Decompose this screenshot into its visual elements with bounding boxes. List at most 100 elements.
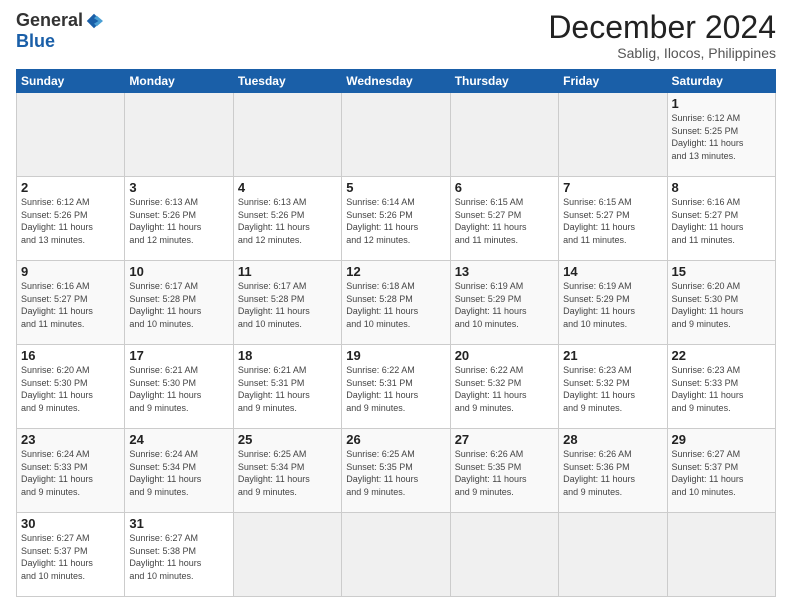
calendar-cell: 31Sunrise: 6:27 AM Sunset: 5:38 PM Dayli… (125, 513, 233, 597)
day-number: 3 (129, 180, 228, 195)
day-info: Sunrise: 6:19 AM Sunset: 5:29 PM Dayligh… (563, 280, 662, 330)
day-number: 9 (21, 264, 120, 279)
day-number: 13 (455, 264, 554, 279)
day-info: Sunrise: 6:12 AM Sunset: 5:25 PM Dayligh… (672, 112, 771, 162)
day-of-week-header: Thursday (450, 70, 558, 93)
day-info: Sunrise: 6:22 AM Sunset: 5:31 PM Dayligh… (346, 364, 445, 414)
calendar-cell (342, 93, 450, 177)
calendar-week-row: 23Sunrise: 6:24 AM Sunset: 5:33 PM Dayli… (17, 429, 776, 513)
day-number: 11 (238, 264, 337, 279)
calendar-cell: 21Sunrise: 6:23 AM Sunset: 5:32 PM Dayli… (559, 345, 667, 429)
calendar-cell (233, 93, 341, 177)
calendar-cell: 13Sunrise: 6:19 AM Sunset: 5:29 PM Dayli… (450, 261, 558, 345)
day-of-week-header: Sunday (17, 70, 125, 93)
day-number: 21 (563, 348, 662, 363)
calendar-cell: 16Sunrise: 6:20 AM Sunset: 5:30 PM Dayli… (17, 345, 125, 429)
day-info: Sunrise: 6:22 AM Sunset: 5:32 PM Dayligh… (455, 364, 554, 414)
day-info: Sunrise: 6:25 AM Sunset: 5:34 PM Dayligh… (238, 448, 337, 498)
calendar-cell: 25Sunrise: 6:25 AM Sunset: 5:34 PM Dayli… (233, 429, 341, 513)
location-title: Sablig, Ilocos, Philippines (548, 45, 776, 61)
day-number: 4 (238, 180, 337, 195)
calendar-cell: 6Sunrise: 6:15 AM Sunset: 5:27 PM Daylig… (450, 177, 558, 261)
day-info: Sunrise: 6:21 AM Sunset: 5:31 PM Dayligh… (238, 364, 337, 414)
calendar-cell: 19Sunrise: 6:22 AM Sunset: 5:31 PM Dayli… (342, 345, 450, 429)
calendar-header-row: SundayMondayTuesdayWednesdayThursdayFrid… (17, 70, 776, 93)
day-number: 2 (21, 180, 120, 195)
calendar-cell: 5Sunrise: 6:14 AM Sunset: 5:26 PM Daylig… (342, 177, 450, 261)
header: General Blue December 2024 Sablig, Iloco… (16, 10, 776, 61)
page: General Blue December 2024 Sablig, Iloco… (0, 0, 792, 607)
day-of-week-header: Wednesday (342, 70, 450, 93)
calendar-cell: 14Sunrise: 6:19 AM Sunset: 5:29 PM Dayli… (559, 261, 667, 345)
day-info: Sunrise: 6:27 AM Sunset: 5:37 PM Dayligh… (21, 532, 120, 582)
logo-general: General (16, 10, 83, 31)
day-info: Sunrise: 6:16 AM Sunset: 5:27 PM Dayligh… (672, 196, 771, 246)
day-number: 19 (346, 348, 445, 363)
calendar-cell: 11Sunrise: 6:17 AM Sunset: 5:28 PM Dayli… (233, 261, 341, 345)
calendar-cell: 22Sunrise: 6:23 AM Sunset: 5:33 PM Dayli… (667, 345, 775, 429)
day-info: Sunrise: 6:21 AM Sunset: 5:30 PM Dayligh… (129, 364, 228, 414)
day-number: 6 (455, 180, 554, 195)
calendar-week-row: 1Sunrise: 6:12 AM Sunset: 5:25 PM Daylig… (17, 93, 776, 177)
calendar-cell: 20Sunrise: 6:22 AM Sunset: 5:32 PM Dayli… (450, 345, 558, 429)
calendar-cell: 29Sunrise: 6:27 AM Sunset: 5:37 PM Dayli… (667, 429, 775, 513)
calendar-week-row: 9Sunrise: 6:16 AM Sunset: 5:27 PM Daylig… (17, 261, 776, 345)
calendar-cell: 28Sunrise: 6:26 AM Sunset: 5:36 PM Dayli… (559, 429, 667, 513)
day-info: Sunrise: 6:13 AM Sunset: 5:26 PM Dayligh… (129, 196, 228, 246)
calendar-cell: 7Sunrise: 6:15 AM Sunset: 5:27 PM Daylig… (559, 177, 667, 261)
day-info: Sunrise: 6:15 AM Sunset: 5:27 PM Dayligh… (563, 196, 662, 246)
calendar-cell: 15Sunrise: 6:20 AM Sunset: 5:30 PM Dayli… (667, 261, 775, 345)
day-number: 25 (238, 432, 337, 447)
day-number: 22 (672, 348, 771, 363)
calendar-cell: 12Sunrise: 6:18 AM Sunset: 5:28 PM Dayli… (342, 261, 450, 345)
day-info: Sunrise: 6:16 AM Sunset: 5:27 PM Dayligh… (21, 280, 120, 330)
calendar-cell: 18Sunrise: 6:21 AM Sunset: 5:31 PM Dayli… (233, 345, 341, 429)
day-number: 15 (672, 264, 771, 279)
day-info: Sunrise: 6:12 AM Sunset: 5:26 PM Dayligh… (21, 196, 120, 246)
day-info: Sunrise: 6:25 AM Sunset: 5:35 PM Dayligh… (346, 448, 445, 498)
day-number: 29 (672, 432, 771, 447)
day-number: 16 (21, 348, 120, 363)
day-number: 18 (238, 348, 337, 363)
calendar-cell: 4Sunrise: 6:13 AM Sunset: 5:26 PM Daylig… (233, 177, 341, 261)
calendar-cell (667, 513, 775, 597)
calendar-week-row: 30Sunrise: 6:27 AM Sunset: 5:37 PM Dayli… (17, 513, 776, 597)
day-info: Sunrise: 6:13 AM Sunset: 5:26 PM Dayligh… (238, 196, 337, 246)
day-info: Sunrise: 6:20 AM Sunset: 5:30 PM Dayligh… (21, 364, 120, 414)
day-number: 28 (563, 432, 662, 447)
logo-icon (85, 12, 103, 30)
day-info: Sunrise: 6:26 AM Sunset: 5:35 PM Dayligh… (455, 448, 554, 498)
logo-blue: Blue (16, 31, 55, 52)
day-info: Sunrise: 6:17 AM Sunset: 5:28 PM Dayligh… (238, 280, 337, 330)
day-number: 26 (346, 432, 445, 447)
day-number: 1 (672, 96, 771, 111)
day-of-week-header: Monday (125, 70, 233, 93)
calendar-cell: 17Sunrise: 6:21 AM Sunset: 5:30 PM Dayli… (125, 345, 233, 429)
day-number: 27 (455, 432, 554, 447)
day-number: 17 (129, 348, 228, 363)
day-info: Sunrise: 6:24 AM Sunset: 5:33 PM Dayligh… (21, 448, 120, 498)
title-block: December 2024 Sablig, Ilocos, Philippine… (548, 10, 776, 61)
day-info: Sunrise: 6:17 AM Sunset: 5:28 PM Dayligh… (129, 280, 228, 330)
calendar-table: SundayMondayTuesdayWednesdayThursdayFrid… (16, 69, 776, 597)
calendar-cell (559, 513, 667, 597)
calendar-cell: 9Sunrise: 6:16 AM Sunset: 5:27 PM Daylig… (17, 261, 125, 345)
day-info: Sunrise: 6:19 AM Sunset: 5:29 PM Dayligh… (455, 280, 554, 330)
calendar-cell: 24Sunrise: 6:24 AM Sunset: 5:34 PM Dayli… (125, 429, 233, 513)
calendar-cell: 30Sunrise: 6:27 AM Sunset: 5:37 PM Dayli… (17, 513, 125, 597)
day-number: 10 (129, 264, 228, 279)
day-of-week-header: Friday (559, 70, 667, 93)
calendar-cell (450, 513, 558, 597)
day-number: 30 (21, 516, 120, 531)
calendar-cell: 1Sunrise: 6:12 AM Sunset: 5:25 PM Daylig… (667, 93, 775, 177)
calendar-cell: 26Sunrise: 6:25 AM Sunset: 5:35 PM Dayli… (342, 429, 450, 513)
calendar-week-row: 16Sunrise: 6:20 AM Sunset: 5:30 PM Dayli… (17, 345, 776, 429)
day-info: Sunrise: 6:14 AM Sunset: 5:26 PM Dayligh… (346, 196, 445, 246)
calendar-cell: 8Sunrise: 6:16 AM Sunset: 5:27 PM Daylig… (667, 177, 775, 261)
month-title: December 2024 (548, 10, 776, 45)
calendar-cell (233, 513, 341, 597)
calendar-cell (559, 93, 667, 177)
day-number: 23 (21, 432, 120, 447)
day-info: Sunrise: 6:23 AM Sunset: 5:32 PM Dayligh… (563, 364, 662, 414)
calendar-week-row: 2Sunrise: 6:12 AM Sunset: 5:26 PM Daylig… (17, 177, 776, 261)
